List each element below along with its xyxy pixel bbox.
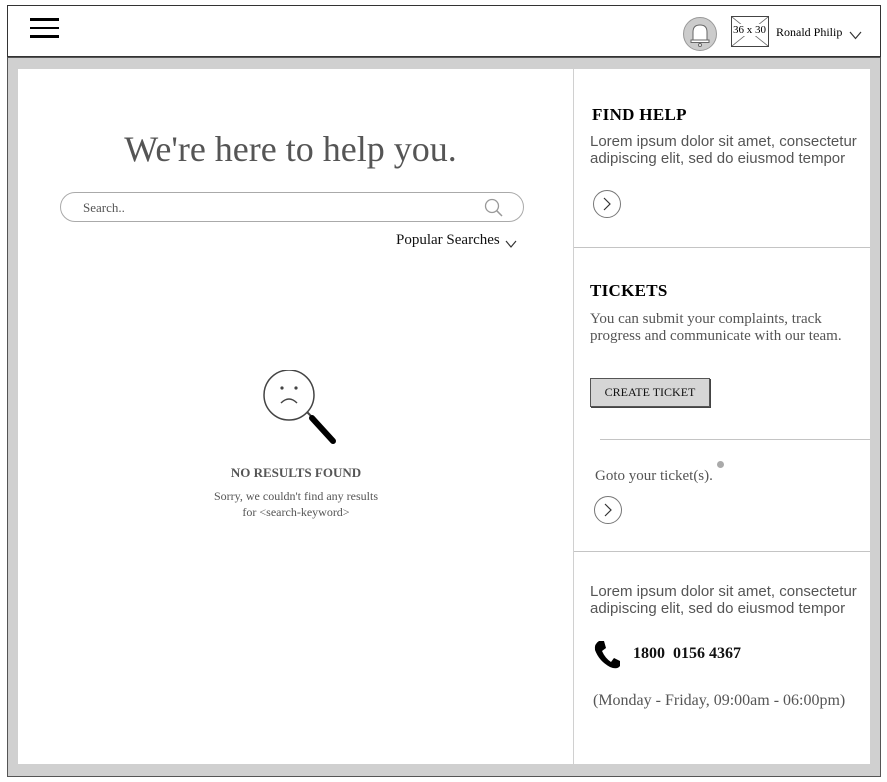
support-hours: (Monday - Friday, 09:00am - 06:00pm) [593, 692, 846, 709]
avatar-placeholder-label: 36 x 30 [732, 24, 767, 36]
indicator-dot [717, 461, 724, 468]
no-results-message: Sorry, we couldn't find any results for … [196, 488, 396, 520]
hamburger-menu-icon[interactable] [30, 18, 59, 42]
phone-number[interactable]: 1800 0156 4367 [633, 645, 741, 663]
chevron-right-icon [603, 197, 611, 211]
no-results-line: for <search-keyword> [242, 505, 350, 519]
search-box[interactable] [60, 192, 524, 222]
page-headline: We're here to help you. [124, 129, 457, 169]
no-results-line: Sorry, we couldn't find any results [213, 489, 379, 503]
no-results-title: NO RESULTS FOUND [230, 465, 362, 480]
popular-searches-dropdown[interactable]: Popular Searches [396, 232, 500, 249]
bell-icon[interactable] [683, 17, 717, 51]
find-help-title: FIND HELP [592, 105, 687, 124]
phone-icon [593, 640, 621, 675]
user-name[interactable]: Ronald Philip [776, 25, 842, 40]
chevron-down-icon[interactable] [505, 236, 517, 254]
chevron-right-icon [604, 503, 612, 517]
goto-tickets-label: Goto your ticket(s). [595, 468, 713, 484]
find-help-text: Lorem ipsum dolor sit amet, consectetur … [590, 133, 857, 167]
search-icon[interactable] [484, 198, 504, 223]
create-ticket-button[interactable]: CREATE TICKET [590, 378, 710, 407]
contact-text: Lorem ipsum dolor sit amet, consectetur … [590, 583, 857, 617]
divider [600, 439, 870, 440]
chevron-down-icon[interactable] [849, 27, 862, 45]
goto-tickets-arrow-button[interactable] [594, 496, 622, 524]
divider [574, 551, 870, 552]
tickets-description: You can submit your complaints, track pr… [590, 311, 842, 344]
find-help-arrow-button[interactable] [593, 190, 621, 218]
divider [574, 247, 870, 248]
sad-magnifier-icon [262, 369, 338, 451]
tickets-title: TICKETS [590, 281, 668, 300]
search-input[interactable] [81, 199, 465, 217]
